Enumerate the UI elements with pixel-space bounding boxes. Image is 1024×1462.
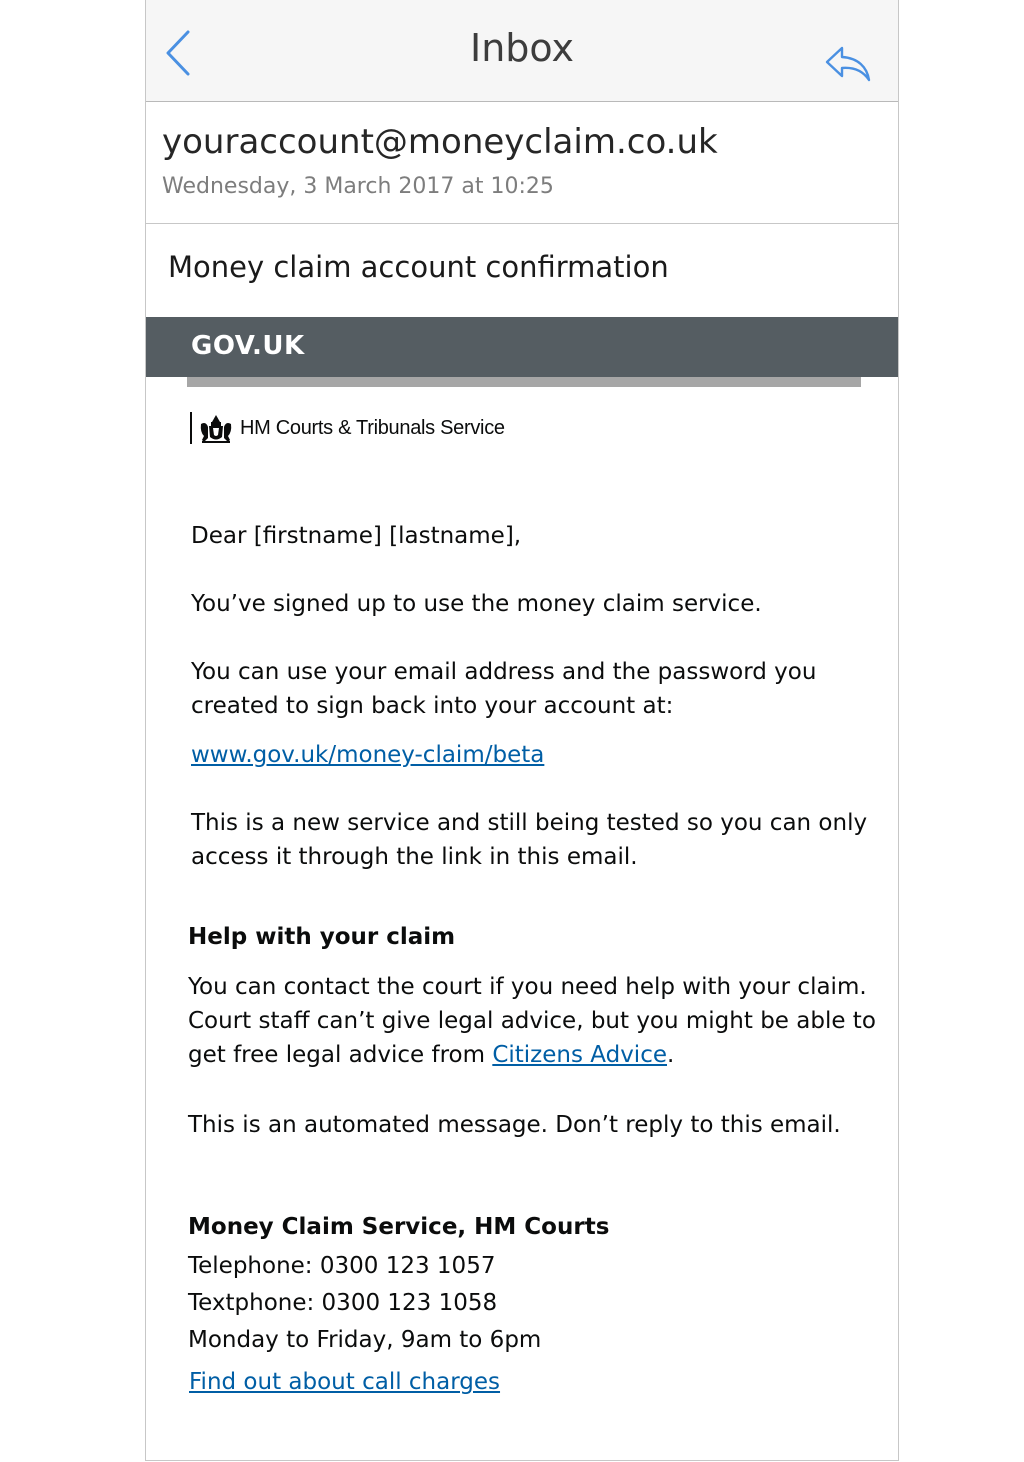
help-line-3-suffix: . bbox=[667, 1042, 675, 1068]
header-divider bbox=[187, 377, 861, 387]
telephone-number: Telephone: 0300 123 1057 bbox=[188, 1253, 496, 1279]
service-link[interactable]: www.gov.uk/money-claim/beta bbox=[191, 742, 544, 768]
reply-arrow-icon[interactable] bbox=[824, 44, 872, 84]
royal-crest-icon bbox=[200, 415, 232, 443]
nav-title: Inbox bbox=[470, 26, 574, 70]
contact-heading: Money Claim Service, HM Courts bbox=[188, 1214, 610, 1240]
department-name: HM Courts & Tribunals Service bbox=[240, 416, 505, 439]
contact-details: Telephone: 0300 123 1057 Textphone: 0300… bbox=[188, 1248, 541, 1359]
textphone-number: Textphone: 0300 123 1058 bbox=[188, 1290, 498, 1316]
email-view: Inbox youraccount@moneyclaim.co.uk Wedne… bbox=[145, 0, 899, 1461]
signed-up-text: You’ve signed up to use the money claim … bbox=[191, 591, 762, 617]
email-subject: Money claim account confirmation bbox=[168, 250, 669, 284]
logo-rule bbox=[190, 412, 192, 444]
govuk-header: GOV.UK bbox=[146, 317, 898, 377]
help-line-3-prefix: get free legal advice from bbox=[188, 1042, 493, 1068]
sent-date: Wednesday, 3 March 2017 at 10:25 bbox=[162, 174, 554, 199]
beta-line-2: access it through the link in this email… bbox=[191, 844, 638, 870]
beta-paragraph: This is a new service and still being te… bbox=[191, 806, 867, 874]
service-link-paragraph: www.gov.uk/money-claim/beta bbox=[191, 738, 544, 772]
help-line-1: You can contact the court if you need he… bbox=[188, 974, 867, 1000]
help-heading: Help with your claim bbox=[188, 924, 456, 950]
sign-in-line-2: created to sign back into your account a… bbox=[191, 693, 674, 719]
hmcts-logo: HM Courts & Tribunals Service bbox=[190, 410, 505, 446]
call-charges-paragraph: Find out about call charges bbox=[189, 1365, 500, 1399]
call-charges-link[interactable]: Find out about call charges bbox=[189, 1369, 500, 1395]
greeting: Dear [firstname] [lastname], bbox=[191, 523, 522, 549]
sign-in-line-1: You can use your email address and the p… bbox=[191, 659, 817, 685]
beta-line-1: This is a new service and still being te… bbox=[191, 810, 868, 836]
email-header: youraccount@moneyclaim.co.uk Wednesday, … bbox=[146, 102, 898, 224]
opening-hours: Monday to Friday, 9am to 6pm bbox=[188, 1327, 542, 1353]
govuk-logo: GOV.UK bbox=[191, 331, 305, 361]
help-line-2: Court staff can’t give legal advice, but… bbox=[188, 1008, 876, 1034]
sender-address[interactable]: youraccount@moneyclaim.co.uk bbox=[162, 122, 718, 162]
help-paragraph: You can contact the court if you need he… bbox=[188, 970, 876, 1072]
automated-message: This is an automated message. Don’t repl… bbox=[188, 1112, 841, 1138]
navigation-bar: Inbox bbox=[146, 0, 898, 102]
sign-in-paragraph: You can use your email address and the p… bbox=[191, 655, 816, 723]
citizens-advice-link[interactable]: Citizens Advice bbox=[492, 1042, 667, 1068]
